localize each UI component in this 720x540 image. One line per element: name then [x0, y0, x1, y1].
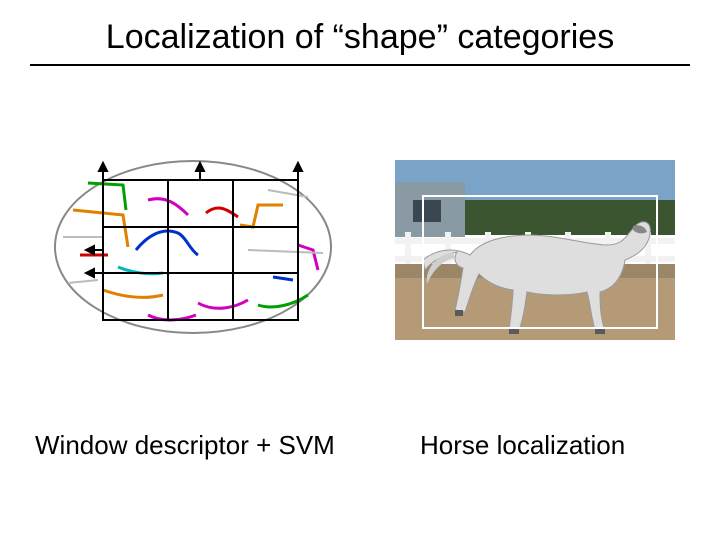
- title-underline: [30, 64, 690, 66]
- figure-horse-localization: [395, 160, 675, 340]
- caption-right: Horse localization: [420, 430, 625, 461]
- slide-title: Localization of “shape” categories: [0, 18, 720, 57]
- descriptor-diagram: [48, 155, 338, 340]
- figure-window-descriptor: [48, 155, 338, 340]
- horse-photo: [395, 160, 675, 340]
- caption-left: Window descriptor + SVM: [35, 430, 335, 461]
